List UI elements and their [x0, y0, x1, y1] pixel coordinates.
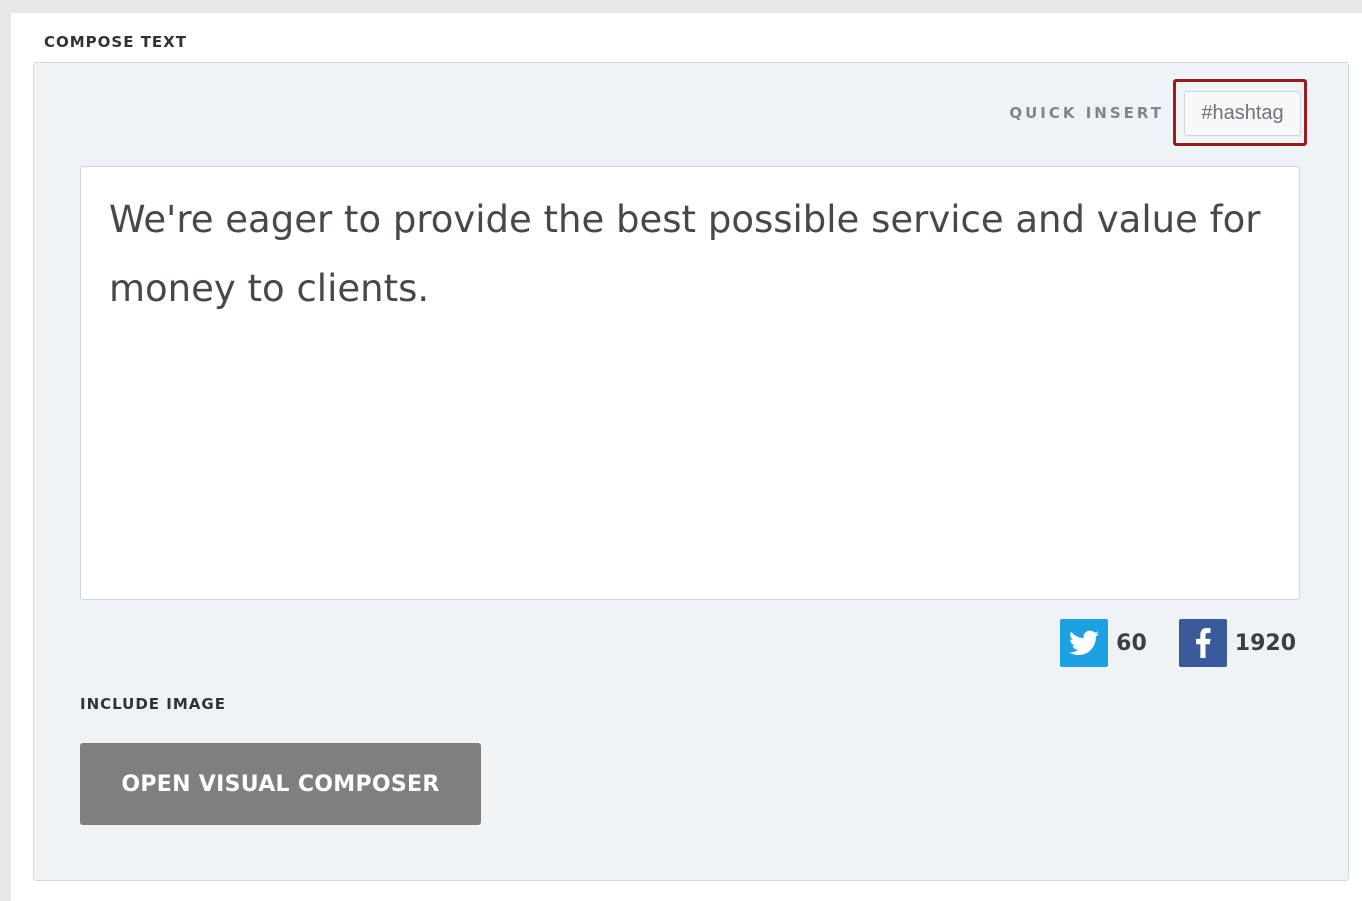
compose-textarea[interactable]: We're eager to provide the best possible… [80, 166, 1300, 600]
twitter-count: 60 [1116, 630, 1147, 656]
include-image-label: INCLUDE IMAGE [80, 695, 226, 713]
facebook-counter: 1920 [1178, 619, 1296, 667]
facebook-icon [1178, 619, 1227, 667]
compose-text-label: COMPOSE TEXT [44, 33, 187, 51]
compose-page: COMPOSE TEXT QUICK INSERT #hashtag We're… [11, 13, 1362, 901]
hashtag-insert-button[interactable]: #hashtag [1184, 91, 1301, 136]
twitter-icon [1060, 619, 1109, 667]
quick-insert-label: QUICK INSERT [1009, 104, 1164, 122]
character-counters: 60 1920 [1060, 619, 1296, 667]
facebook-count: 1920 [1234, 630, 1296, 656]
twitter-counter: 60 [1060, 619, 1147, 667]
open-visual-composer-button[interactable]: OPEN VISUAL COMPOSER [80, 743, 481, 825]
compose-panel: QUICK INSERT #hashtag We're eager to pro… [33, 62, 1349, 881]
